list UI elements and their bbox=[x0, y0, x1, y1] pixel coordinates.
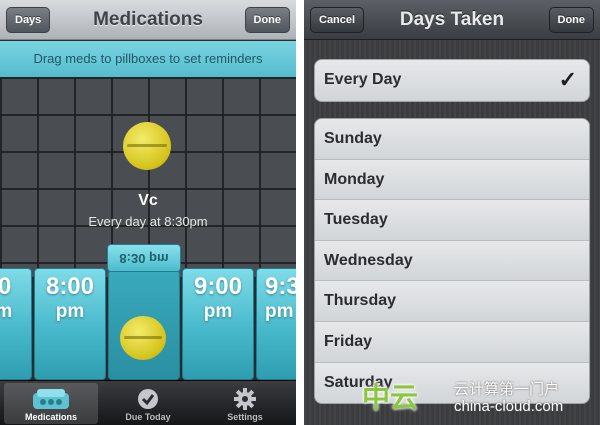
day-option-friday[interactable]: Friday bbox=[315, 321, 589, 363]
pillbox-ampm: pm bbox=[265, 301, 294, 322]
medication-name: Vc bbox=[138, 192, 158, 209]
pillbox-ampm: pm bbox=[0, 301, 31, 323]
pillbox-lid-label: 8:30 pm bbox=[119, 251, 169, 266]
days-taken-screen: Days Taken Cancel Done Every Day ✓ Sunda… bbox=[304, 0, 600, 425]
pillbox-ampm: pm bbox=[203, 301, 233, 322]
navigation-bar: Medications Days Done bbox=[0, 0, 296, 40]
medications-screen: Medications Days Done Drag meds to pillb… bbox=[0, 0, 296, 425]
tab-due-today[interactable]: Due Today bbox=[101, 383, 195, 424]
every-day-option[interactable]: Every Day ✓ bbox=[315, 60, 589, 101]
day-label: Tuesday bbox=[324, 211, 388, 229]
pillbox-time: 9:3 bbox=[265, 273, 296, 300]
pillbox-time: 8:00 bbox=[45, 273, 95, 300]
day-option-thursday[interactable]: Thursday bbox=[315, 281, 589, 322]
every-day-label: Every Day bbox=[324, 71, 402, 88]
pillbox[interactable]: 30 pm bbox=[0, 268, 32, 380]
day-label: Friday bbox=[324, 332, 373, 350]
pillbox-lid: 8:30 pm bbox=[107, 244, 181, 272]
cancel-button[interactable]: Cancel bbox=[310, 7, 365, 33]
days-button[interactable]: Days bbox=[6, 7, 51, 33]
pillbox-strip: 30 pm 8:00 pm 8:30 pm 9:00 pm 9:3 pm bbox=[0, 244, 296, 380]
pillbox[interactable]: 9:3 pm bbox=[256, 268, 296, 380]
tab-label: Due Today bbox=[125, 412, 171, 422]
pillbox-icon bbox=[33, 389, 69, 409]
day-option-wednesday[interactable]: Wednesday bbox=[315, 240, 589, 282]
medication-schedule: Every day at 8:30pm bbox=[88, 214, 208, 229]
days-group: Sunday Monday Tuesday Wednesday Thursday… bbox=[314, 118, 590, 405]
day-label: Thursday bbox=[324, 292, 397, 310]
tab-medications[interactable]: Medications bbox=[4, 383, 98, 424]
pillbox-time: 30 bbox=[0, 275, 31, 299]
pillbox-ampm: pm bbox=[55, 301, 85, 322]
tab-bar: Medications Due Today Settings bbox=[0, 380, 296, 425]
pillbox-time: 9:00 bbox=[193, 273, 243, 300]
watermark-logo: 中云 bbox=[362, 382, 419, 413]
day-option-sunday[interactable]: Sunday bbox=[315, 119, 589, 160]
day-option-monday[interactable]: Monday bbox=[315, 159, 589, 201]
watermark: 中云 云计算第一门户 china-cloud.com bbox=[362, 372, 600, 425]
navigation-bar: Days Taken Cancel Done bbox=[304, 0, 600, 40]
day-label: Wednesday bbox=[324, 251, 413, 269]
day-label: Monday bbox=[324, 170, 385, 188]
done-button[interactable]: Done bbox=[244, 7, 290, 33]
day-label: Sunday bbox=[324, 130, 382, 147]
tab-settings[interactable]: Settings bbox=[198, 383, 292, 424]
pillbox[interactable]: 8:00 pm bbox=[34, 268, 106, 380]
instruction-banner: Drag meds to pillboxes to set reminders bbox=[0, 41, 296, 77]
tab-label: Settings bbox=[227, 412, 263, 422]
gear-icon bbox=[234, 388, 256, 410]
medication-pill-icon[interactable] bbox=[123, 122, 171, 170]
tab-label: Medications bbox=[24, 412, 77, 422]
day-option-tuesday[interactable]: Tuesday bbox=[315, 200, 589, 241]
checkmark-circle-icon bbox=[138, 389, 158, 409]
pillbox[interactable]: 9:00 pm bbox=[182, 268, 254, 380]
watermark-chinese-text: 云计算第一门户 bbox=[454, 381, 560, 398]
every-day-group: Every Day ✓ bbox=[314, 59, 590, 102]
watermark-domain-text: china-cloud.com bbox=[454, 398, 564, 415]
checkmark-icon: ✓ bbox=[558, 67, 577, 92]
done-button[interactable]: Done bbox=[548, 7, 594, 33]
pill-in-pillbox-icon[interactable] bbox=[120, 316, 166, 360]
